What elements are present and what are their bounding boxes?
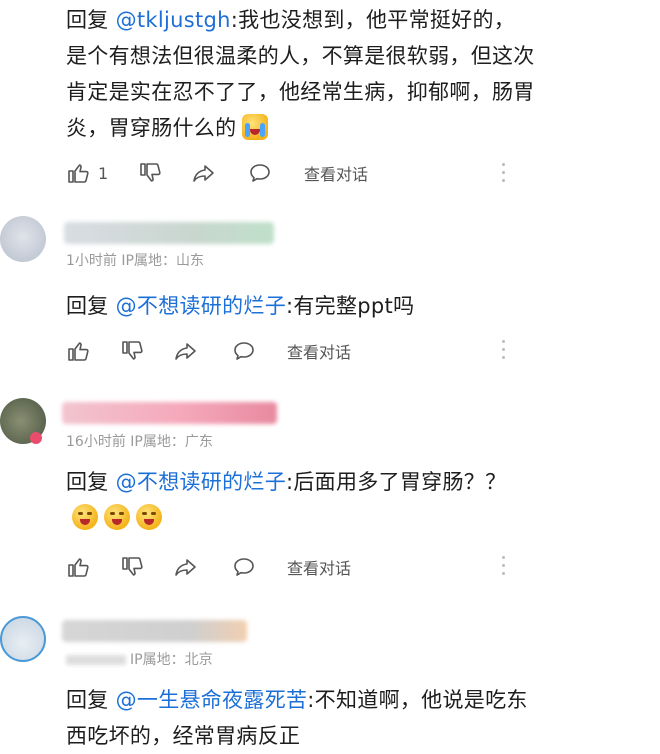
dislike-button[interactable]	[138, 158, 162, 188]
view-conversation-link[interactable]: 查看对话	[287, 552, 351, 582]
username-blurred	[62, 402, 277, 424]
ip-label: IP属地：山东	[121, 253, 204, 269]
grimace-emoji-icon	[136, 504, 162, 530]
like-button[interactable]: 1	[66, 158, 108, 188]
comment-1-actions: 1 查看对话	[66, 158, 516, 188]
comment-button[interactable]	[232, 336, 256, 366]
avatar[interactable]	[0, 216, 46, 262]
share-button[interactable]	[174, 552, 198, 582]
more-vertical-icon[interactable]	[500, 556, 506, 578]
comment-bubble-icon	[234, 342, 254, 360]
comment-1-text: 回复 @tkljustgh:我也没想到，他平常挺好的，是个有想法但很温柔的人，不…	[66, 2, 536, 146]
avatar[interactable]	[0, 616, 46, 662]
share-icon	[175, 343, 196, 360]
dislike-button[interactable]	[120, 552, 144, 582]
grimace-emoji-icon	[104, 504, 130, 530]
thumbs-down-icon	[122, 341, 143, 360]
comment-meta: 1小时前 IP属地：山东	[66, 250, 204, 270]
thumbs-down-icon	[122, 557, 143, 576]
share-button[interactable]	[174, 336, 198, 366]
username-blurred	[62, 620, 247, 642]
comment-body: :后面用多了胃穿肠？？	[286, 470, 507, 494]
grimace-emoji-icon	[72, 504, 98, 530]
like-button[interactable]	[66, 552, 90, 582]
mention-link[interactable]: @tkljustgh	[116, 8, 231, 32]
meta-blurred	[66, 655, 126, 665]
comment-4-text: 回复 @一生悬命夜露死苦:不知道啊，他说是吃东西吃坏的，经常胃病反正	[66, 682, 536, 754]
comment-3-text: 回复 @不想读研的烂子:后面用多了胃穿肠？？	[66, 464, 536, 536]
badge-dot	[30, 432, 42, 444]
comment-bubble-icon	[250, 164, 270, 182]
time-label: 1小时前	[66, 253, 117, 269]
reply-prefix: 回复	[66, 294, 109, 318]
thumbs-up-icon	[68, 164, 89, 183]
thumbs-up-icon	[68, 342, 89, 361]
mention-link[interactable]: @不想读研的烂子	[116, 470, 286, 494]
comment-meta: 16小时前 IP属地：广东	[66, 431, 213, 451]
comment-bubble-icon	[234, 558, 254, 576]
comment-3-actions: 查看对话	[66, 552, 516, 582]
like-button[interactable]	[66, 336, 90, 366]
comment-meta: IP属地：北京	[66, 649, 213, 669]
time-label: 16小时前	[66, 434, 126, 450]
username-blurred	[64, 222, 274, 244]
comment-2-actions: 查看对话	[66, 336, 516, 366]
mention-link[interactable]: @不想读研的烂子	[116, 294, 286, 318]
ip-label: IP属地：广东	[130, 434, 213, 450]
view-conversation-link[interactable]: 查看对话	[304, 158, 368, 188]
crying-emoji-icon	[242, 114, 269, 140]
more-vertical-icon[interactable]	[500, 163, 506, 185]
share-button[interactable]	[192, 158, 216, 188]
dislike-button[interactable]	[120, 336, 144, 366]
ip-label: IP属地：北京	[130, 652, 213, 668]
reply-prefix: 回复	[66, 470, 109, 494]
mention-link[interactable]: @一生悬命夜露死苦	[116, 688, 308, 712]
thumbs-up-icon	[68, 558, 89, 577]
more-vertical-icon[interactable]	[500, 340, 506, 362]
comment-2-text: 回复 @不想读研的烂子:有完整ppt吗	[66, 288, 536, 324]
reply-prefix: 回复	[66, 8, 109, 32]
comment-button[interactable]	[248, 158, 272, 188]
share-icon	[175, 559, 196, 576]
view-conversation-link[interactable]: 查看对话	[287, 336, 351, 366]
reply-prefix: 回复	[66, 688, 109, 712]
thumbs-down-icon	[140, 163, 161, 182]
comment-body: :有完整ppt吗	[286, 294, 415, 318]
comment-button[interactable]	[232, 552, 256, 582]
share-icon	[193, 165, 214, 182]
like-count: 1	[98, 163, 109, 183]
